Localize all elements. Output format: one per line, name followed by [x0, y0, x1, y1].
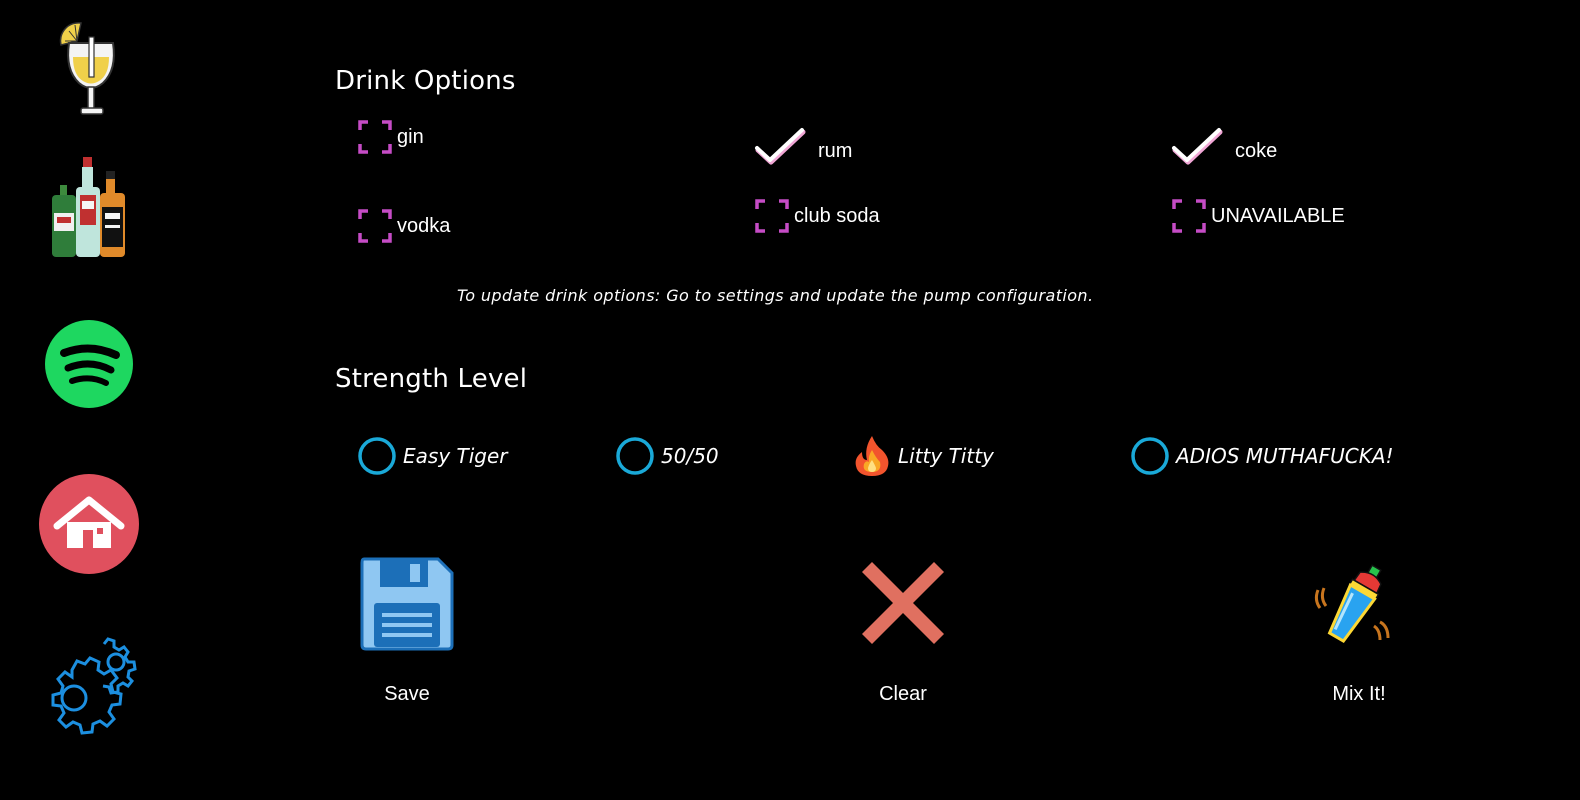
strength-option-easy-tiger[interactable]: Easy Tiger	[357, 434, 508, 478]
clear-label: Clear	[879, 683, 927, 705]
fire-icon	[855, 436, 889, 476]
radio-unselected-icon	[358, 437, 396, 475]
drink-option-coke[interactable]: coke	[1170, 122, 1277, 172]
strength-option-label: ADIOS MUTHAFUCKA!	[1176, 444, 1394, 468]
liquor-bottles-icon	[52, 157, 125, 257]
settings-gear-icon	[51, 637, 137, 735]
sidebar-item-home[interactable]	[39, 474, 139, 574]
mix-it-button[interactable]	[1310, 560, 1400, 654]
checkbox-unchecked-icon	[755, 199, 789, 233]
drink-option-vodka[interactable]: vodka	[357, 201, 450, 251]
drink-option-label: vodka	[397, 214, 451, 237]
mix-it-label: Mix It!	[1332, 683, 1386, 705]
clear-button[interactable]	[858, 558, 948, 652]
drink-option-label: UNAVAILABLE	[1211, 204, 1345, 227]
home-icon	[39, 474, 139, 574]
drink-option-gin[interactable]: gin	[357, 112, 424, 162]
drink-option-rum[interactable]: rum	[753, 122, 852, 172]
strength-option-litty-titty[interactable]: Litty Titty	[852, 434, 994, 478]
strength-level-title: Strength Level	[335, 364, 528, 394]
floppy-disk-icon	[360, 557, 454, 651]
drink-option-unavailable[interactable]: UNAVAILABLE	[1171, 191, 1345, 241]
strength-option-label: Easy Tiger	[403, 444, 508, 468]
sidebar-item-bottles[interactable]	[50, 155, 130, 260]
sidebar-item-cocktail[interactable]	[55, 15, 125, 120]
checkmark-icon	[1172, 128, 1223, 165]
checkbox-unchecked-icon	[358, 120, 392, 154]
close-x-icon	[862, 562, 944, 644]
save-button[interactable]	[358, 555, 456, 657]
cocktail-glass-icon	[59, 22, 115, 115]
sidebar-item-settings[interactable]	[38, 632, 142, 736]
drink-option-label: rum	[818, 139, 853, 162]
drink-options-title: Drink Options	[335, 66, 516, 96]
strength-option-adios[interactable]: ADIOS MUTHAFUCKA!	[1130, 434, 1394, 478]
cocktail-shaker-icon	[1314, 564, 1390, 644]
strength-option-label: 50/50	[661, 444, 719, 468]
save-label: Save	[384, 683, 430, 705]
radio-unselected-icon	[1131, 437, 1169, 475]
drink-option-label: coke	[1235, 139, 1278, 162]
drink-options-hint: To update drink options: Go to settings …	[457, 286, 1094, 305]
strength-option-label: Litty Titty	[898, 444, 994, 468]
checkbox-unchecked-icon	[1172, 199, 1206, 233]
sidebar-item-spotify[interactable]	[44, 319, 134, 409]
drink-option-label: gin	[397, 125, 424, 148]
radio-unselected-icon	[616, 437, 654, 475]
drink-option-club-soda[interactable]: club soda	[754, 191, 880, 241]
checkmark-icon	[755, 128, 806, 165]
checkbox-unchecked-icon	[358, 209, 392, 243]
drink-option-label: club soda	[794, 204, 880, 227]
spotify-icon	[45, 320, 133, 408]
strength-option-50-50[interactable]: 50/50	[615, 434, 719, 478]
